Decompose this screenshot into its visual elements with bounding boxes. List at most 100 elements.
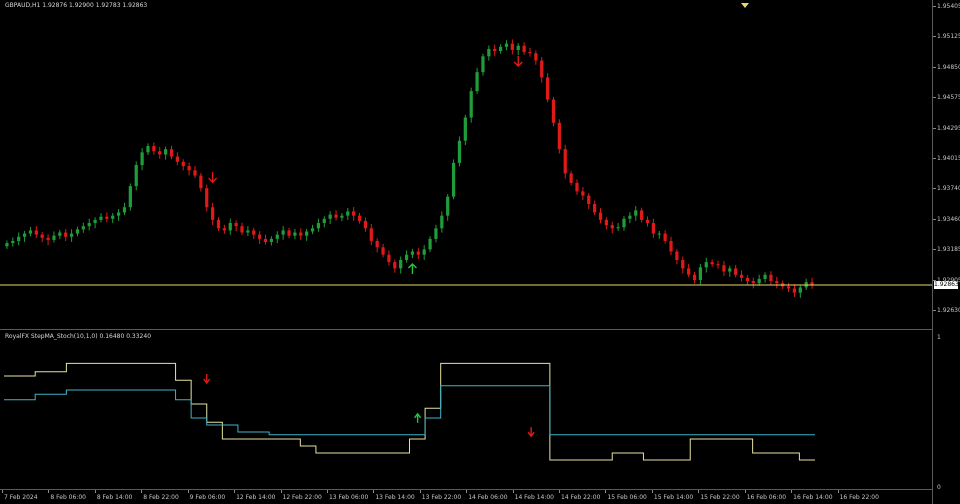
- candle: [657, 230, 661, 239]
- candle: [181, 159, 185, 171]
- candle: [528, 47, 532, 57]
- candle: [587, 192, 591, 210]
- candle: [663, 230, 667, 244]
- candle: [681, 256, 685, 274]
- buy-arrow-icon: [407, 262, 417, 274]
- time-axis-label: 12 Feb 14:00: [236, 494, 276, 501]
- price-tick: [933, 66, 936, 68]
- price-axis-label: 1.92630: [937, 307, 960, 314]
- candle: [281, 226, 285, 240]
- candle: [810, 277, 814, 289]
- candle: [287, 227, 291, 239]
- candle: [434, 224, 438, 243]
- candle: [563, 144, 567, 179]
- candle: [440, 211, 444, 233]
- time-axis-label: 15 Feb 06:00: [607, 494, 647, 501]
- candle: [58, 229, 62, 240]
- time-tick: [512, 490, 514, 493]
- indicator-line-fast: [4, 362, 815, 461]
- time-tick: [559, 490, 561, 493]
- time-axis-label: 13 Feb 14:00: [375, 494, 415, 501]
- candle: [610, 221, 614, 234]
- price-tick: [933, 36, 936, 38]
- candle: [634, 206, 638, 221]
- candle: [163, 146, 168, 160]
- candle: [87, 218, 91, 231]
- sell-arrow-icon: [208, 172, 218, 184]
- candle: [28, 226, 33, 237]
- candlestick-chart[interactable]: [0, 0, 932, 330]
- candle: [393, 259, 397, 273]
- candle: [775, 276, 779, 289]
- candle: [498, 44, 503, 54]
- price-axis-label: 1.93460: [937, 215, 960, 223]
- time-axis-label: 7 Feb 2024: [4, 494, 38, 501]
- price-chart-pane[interactable]: GBPAUD,H1 1.92876 1.92900 1.92783 1.9286…: [0, 0, 932, 330]
- candle: [334, 210, 338, 221]
- candle: [140, 148, 144, 171]
- indicator-pane[interactable]: RoyalFX StepMA_Stoch(10,1,0) 0.16480 0.3…: [0, 331, 932, 489]
- candle: [487, 45, 491, 61]
- time-tick: [187, 490, 189, 493]
- buy-arrow-icon: [414, 412, 422, 423]
- candle: [446, 194, 450, 221]
- candle: [310, 224, 315, 235]
- candle: [763, 272, 767, 283]
- time-axis-label: 14 Feb 06:00: [468, 494, 508, 501]
- candle: [169, 145, 174, 160]
- time-tick: [419, 490, 421, 493]
- candle: [792, 284, 797, 298]
- indicator-axis-label: 0: [937, 484, 941, 491]
- candle: [675, 248, 679, 265]
- candle: [228, 218, 232, 235]
- time-tick: [744, 490, 746, 493]
- price-tick: [933, 97, 936, 99]
- period-separator-marker: [741, 3, 749, 8]
- candle: [545, 73, 550, 103]
- indicator-axis-label: 1: [937, 334, 941, 341]
- candle: [540, 57, 544, 83]
- candle: [52, 231, 56, 243]
- candle: [369, 223, 373, 246]
- candle: [786, 282, 791, 292]
- candle: [745, 275, 750, 286]
- candle: [457, 136, 462, 167]
- candle: [769, 271, 773, 286]
- indicator-line-slow: [4, 385, 815, 436]
- candle: [569, 170, 573, 186]
- candle: [640, 207, 644, 223]
- time-axis[interactable]: 7 Feb 2024 8 Feb 06:00 8 Feb 14:00 8 Feb 22…: [0, 489, 932, 504]
- candle: [269, 236, 274, 246]
- time-axis-label: 16 Feb 14:00: [793, 494, 833, 501]
- candle: [205, 184, 209, 212]
- candle: [798, 284, 802, 298]
- time-axis-label: 8 Feb 06:00: [50, 494, 86, 501]
- candle: [504, 40, 509, 51]
- candle: [551, 96, 556, 127]
- candle: [469, 87, 473, 123]
- candle: [105, 212, 109, 223]
- stoch-indicator-chart[interactable]: [0, 331, 932, 489]
- candle: [316, 218, 321, 232]
- price-tick: [933, 158, 936, 159]
- candle: [704, 257, 708, 273]
- candle: [234, 220, 238, 232]
- candle: [481, 53, 485, 76]
- price-axis[interactable]: 1.95405 1.95125 1.94850 1.94575 1.94295 1.940…: [932, 0, 960, 504]
- price-axis-label: 1.94015: [937, 155, 960, 162]
- time-tick: [2, 490, 3, 493]
- candle: [75, 226, 80, 237]
- candle: [34, 226, 38, 239]
- candle: [516, 43, 520, 56]
- candle: [510, 39, 514, 55]
- candle: [387, 250, 391, 266]
- time-tick: [605, 490, 607, 493]
- time-axis-label: 8 Feb 14:00: [96, 494, 133, 501]
- time-axis-label: 13 Feb 22:00: [421, 494, 462, 501]
- candle: [187, 162, 191, 176]
- candle: [305, 228, 309, 241]
- time-tick: [373, 490, 375, 493]
- candle: [252, 227, 256, 239]
- time-tick: [48, 490, 50, 493]
- current-price-label: 1.92863: [934, 280, 959, 289]
